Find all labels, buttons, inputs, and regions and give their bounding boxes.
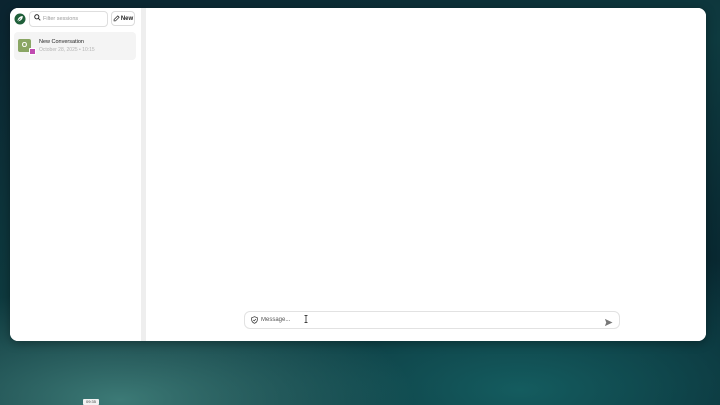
search-input[interactable] bbox=[43, 12, 103, 26]
session-title: New Conversation bbox=[39, 39, 84, 45]
app-window: New O New Conversation October 28, 2025 … bbox=[10, 8, 706, 341]
conversation-pane bbox=[146, 8, 706, 341]
leaf-logo-icon[interactable] bbox=[14, 13, 26, 25]
new-session-button[interactable]: New bbox=[111, 11, 135, 26]
shield-icon[interactable] bbox=[251, 316, 258, 324]
new-button-label: New bbox=[120, 15, 134, 22]
text-cursor-icon bbox=[304, 315, 308, 323]
message-input[interactable] bbox=[261, 313, 591, 327]
session-search[interactable] bbox=[29, 11, 108, 27]
message-composer[interactable] bbox=[244, 311, 620, 329]
send-icon bbox=[604, 318, 613, 327]
sidebar: New O New Conversation October 28, 2025 … bbox=[10, 8, 146, 341]
session-avatar-badge bbox=[29, 48, 36, 55]
pencil-icon bbox=[113, 15, 120, 22]
send-button[interactable] bbox=[603, 315, 614, 327]
taskbar-clock: 09:35 bbox=[83, 399, 99, 405]
session-list-item[interactable]: O New Conversation October 28, 2025 • 10… bbox=[14, 32, 136, 60]
session-timestamp: October 28, 2025 • 10:15 bbox=[39, 47, 95, 53]
search-icon bbox=[34, 14, 41, 21]
